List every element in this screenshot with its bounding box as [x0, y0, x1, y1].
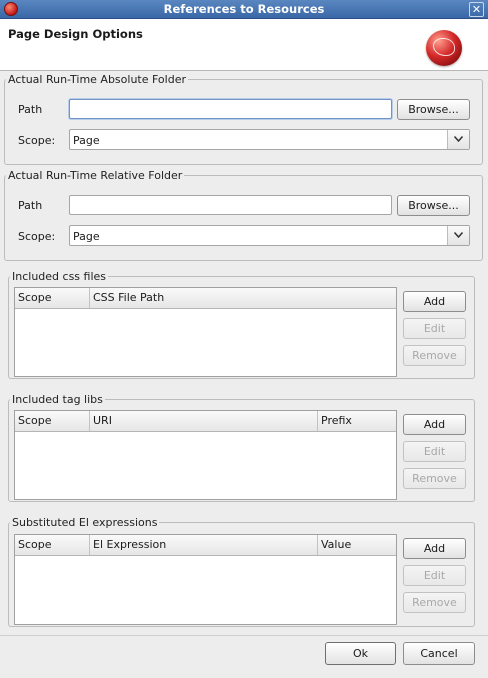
column-header-value[interactable]: Value — [318, 535, 395, 555]
column-header-scope[interactable]: Scope — [15, 411, 90, 431]
css-files-table[interactable]: Scope CSS File Path — [14, 287, 397, 377]
tag-libs-table[interactable]: Scope URI Prefix — [14, 410, 397, 500]
column-header-el-expression[interactable]: El Expression — [90, 535, 318, 555]
banner-title: Page Design Options — [8, 27, 143, 41]
taglib-remove-button[interactable]: Remove — [403, 468, 466, 489]
el-expressions-table[interactable]: Scope El Expression Value — [14, 534, 397, 625]
css-add-button[interactable]: Add — [403, 291, 466, 312]
absolute-path-label: Path — [18, 103, 43, 116]
column-header-scope[interactable]: Scope — [15, 288, 90, 308]
chevron-down-icon[interactable] — [447, 226, 469, 245]
tag-libs-legend: Included tag libs — [10, 393, 105, 406]
relative-browse-button[interactable]: Browse... — [397, 195, 470, 216]
absolute-path-input[interactable] — [69, 99, 392, 119]
absolute-folder-legend: Actual Run-Time Absolute Folder — [6, 73, 188, 86]
el-add-button[interactable]: Add — [403, 538, 466, 559]
window-titlebar: References to Resources ✕ — [0, 0, 488, 19]
relative-path-label: Path — [18, 199, 43, 212]
relative-folder-group — [4, 175, 483, 261]
close-icon[interactable]: ✕ — [469, 2, 484, 17]
dialog-banner: Page Design Options — [0, 19, 488, 71]
cancel-button[interactable]: Cancel — [403, 642, 475, 665]
ok-button[interactable]: Ok — [325, 642, 396, 665]
relative-scope-label: Scope: — [18, 230, 56, 243]
el-edit-button[interactable]: Edit — [403, 565, 466, 586]
window-title: References to Resources — [163, 2, 325, 16]
banner-logo-icon — [426, 30, 462, 66]
chevron-down-icon[interactable] — [447, 130, 469, 149]
absolute-scope-label: Scope: — [18, 134, 56, 147]
el-remove-button[interactable]: Remove — [403, 592, 466, 613]
relative-scope-select[interactable]: Page — [69, 225, 470, 246]
absolute-scope-value: Page — [73, 134, 100, 147]
relative-path-input[interactable] — [69, 195, 392, 215]
footer-divider — [0, 635, 488, 636]
el-expressions-legend: Substituted El expressions — [10, 516, 160, 529]
column-header-prefix[interactable]: Prefix — [318, 411, 395, 431]
taglib-edit-button[interactable]: Edit — [403, 441, 466, 462]
relative-scope-value: Page — [73, 230, 100, 243]
tag-libs-table-header: Scope URI Prefix — [15, 411, 396, 432]
css-remove-button[interactable]: Remove — [403, 345, 466, 366]
taglib-add-button[interactable]: Add — [403, 414, 466, 435]
css-files-legend: Included css files — [10, 270, 109, 283]
absolute-scope-select[interactable]: Page — [69, 129, 470, 150]
css-edit-button[interactable]: Edit — [403, 318, 466, 339]
absolute-folder-group — [4, 79, 483, 165]
absolute-browse-button[interactable]: Browse... — [397, 99, 470, 120]
column-header-css-file-path[interactable]: CSS File Path — [90, 288, 395, 308]
column-header-scope[interactable]: Scope — [15, 535, 90, 555]
css-files-table-header: Scope CSS File Path — [15, 288, 396, 309]
el-expressions-table-header: Scope El Expression Value — [15, 535, 396, 556]
column-header-uri[interactable]: URI — [90, 411, 318, 431]
relative-folder-legend: Actual Run-Time Relative Folder — [6, 169, 185, 182]
